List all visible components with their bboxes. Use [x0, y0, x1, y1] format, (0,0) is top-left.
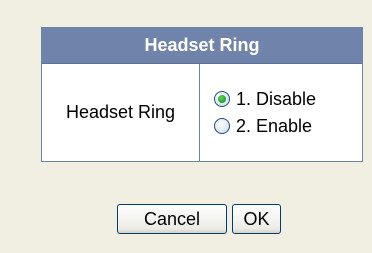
ok-button[interactable]: OK — [232, 204, 281, 234]
radio-enable[interactable] — [214, 118, 230, 134]
option-disable[interactable]: 1. Disable — [214, 89, 362, 110]
panel-title: Headset Ring — [42, 28, 362, 64]
cancel-button[interactable]: Cancel — [117, 204, 227, 234]
setting-label: Headset Ring — [42, 64, 200, 161]
headset-ring-row: Headset Ring 1. Disable 2. Enable — [42, 64, 362, 161]
option-enable[interactable]: 2. Enable — [214, 116, 362, 137]
option-disable-label: 1. Disable — [236, 88, 317, 109]
option-enable-label: 2. Enable — [236, 115, 313, 136]
headset-ring-panel: Headset Ring Headset Ring 1. Disable 2. … — [41, 27, 363, 162]
button-bar: Cancel OK — [117, 204, 281, 234]
radio-disable[interactable] — [214, 91, 230, 107]
radio-group: 1. Disable 2. Enable — [200, 64, 362, 161]
